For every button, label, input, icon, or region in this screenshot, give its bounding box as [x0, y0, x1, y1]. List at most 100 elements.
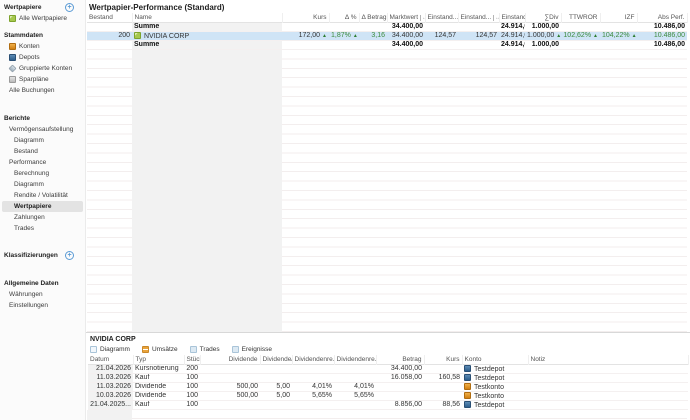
cell-abs-perf: 10.486,00 [637, 40, 687, 49]
column-header-marktwert[interactable]: Marktwert↔ [387, 13, 425, 22]
column-header-label: Betrag [402, 356, 421, 363]
sidebar-item-performance[interactable]: Performance [2, 157, 83, 168]
column-header-label: Dividende/An... [263, 356, 293, 363]
cell-typ: Dividende [133, 382, 184, 391]
sidebar-item-vermögensaufstellung[interactable]: Vermögensaufstellung [2, 124, 83, 135]
column-header-col[interactable]: Δ % [329, 13, 359, 22]
cell-einstand: 124,57 [458, 31, 499, 40]
sidebar-item-konten[interactable]: Konten [2, 41, 83, 52]
tab-label: Umsätze [152, 346, 178, 353]
sidebar-item-währungen[interactable]: Währungen [2, 289, 83, 300]
sidebar-section-stammdaten: Stammdaten [0, 30, 85, 41]
sidebar-item-sparpläne[interactable]: Sparpläne [2, 74, 83, 85]
portfolio-performance-app: Wertpapiere+Alle WertpapiereStammdatenKo… [0, 0, 690, 420]
column-header-label: Dividendenre... [295, 356, 335, 363]
cell-datum: 21.04.2026 [88, 364, 133, 373]
cell-col [329, 22, 359, 31]
sidebar-item-alle-buchungen[interactable]: Alle Buchungen [2, 85, 83, 96]
cell-betrag [359, 22, 387, 31]
column-header-abs-perf[interactable]: Abs Perf. [637, 13, 687, 22]
sidebar-item-bestand[interactable]: Bestand [2, 146, 83, 157]
sidebar-item-label: Rendite / Volatilität [14, 192, 68, 199]
tab-umsätze[interactable]: Umsätze [142, 346, 178, 353]
cell-dividende [200, 373, 260, 382]
cell-bestand [87, 22, 132, 31]
cell-izf [600, 40, 637, 49]
sidebar-item-alle-wertpapiere[interactable]: Alle Wertpapiere [2, 13, 83, 24]
cell-dividendenre: 5,65% [292, 391, 334, 400]
cell-dividende [200, 400, 260, 409]
column-header-stück[interactable]: Stück [184, 355, 200, 364]
sidebar-item-berechnung[interactable]: Berechnung [2, 168, 83, 179]
cell-einstand: 124,57 [425, 31, 458, 40]
column-header-ttwror[interactable]: TTWROR [561, 13, 600, 22]
cell-kurs: 172,00▲ [282, 31, 329, 40]
cell-einstand: 24.914,00 [499, 22, 525, 31]
column-header-div[interactable]: ∑Div [525, 13, 561, 22]
column-header-dividendenre[interactable]: Dividendenre... [334, 355, 376, 364]
sidebar-item-wertpapiere[interactable]: Wertpapiere [2, 201, 83, 212]
sidebar-item-einstellungen[interactable]: Einstellungen [2, 300, 83, 311]
cell-col: 1,87%▲ [329, 31, 359, 40]
sidebar-item-trades[interactable]: Trades [2, 223, 83, 234]
cell-dividende-an [260, 400, 292, 409]
sorted-column-shading [132, 50, 282, 333]
sidebar-item-diagramm[interactable]: Diagramm [2, 135, 83, 146]
column-header-kurs[interactable]: Kurs [282, 13, 329, 22]
tab-label: Diagramm [100, 346, 130, 353]
transactions-row[interactable]: 21.04.2026Kursnotierung20034.400,00Testd… [88, 364, 688, 373]
column-header-dividendenre[interactable]: Dividendenre... [292, 355, 334, 364]
column-header-betrag[interactable]: Δ Betrag [359, 13, 387, 22]
table-empty-area [87, 50, 687, 333]
cell-abs-perf: 10.486,00 [637, 31, 687, 40]
depot-icon [464, 365, 471, 372]
securities-row[interactable]: Summe34.400,0024.914,001.000,0010.486,00 [87, 22, 687, 31]
cell-div: 1.000,00 [525, 40, 561, 49]
cell-dividendenre [334, 400, 376, 409]
column-header-kurs[interactable]: Kurs [424, 355, 462, 364]
column-header-bestand[interactable]: Bestand [87, 13, 132, 22]
transactions-row[interactable]: 10.03.2026Dividende100500,005,005,65%5,6… [88, 391, 688, 400]
sidebar-item-label: Sparpläne [19, 76, 49, 83]
securities-row[interactable]: Summe34.400,0024.914,001.000,0010.486,00 [87, 40, 687, 49]
main-area: Wertpapier-Performance (Standard) Bestan… [86, 0, 690, 420]
sidebar-item-diagramm[interactable]: Diagramm [2, 179, 83, 190]
cell-div: 1.000,00▲ [525, 31, 561, 40]
sidebar-item-depots[interactable]: Depots [2, 52, 83, 63]
column-header-izf[interactable]: IZF [600, 13, 637, 22]
column-header-label: ∑Div [544, 14, 558, 21]
cell-datum: 11.03.2026 [88, 382, 133, 391]
add-button-wertpapiere[interactable]: + [65, 3, 74, 12]
column-header-einstand[interactable]: Einstand...↔ [458, 13, 499, 22]
securities-row[interactable]: 200NVIDIA CORP172,00▲1,87%▲3,1634.400,00… [87, 31, 687, 40]
cell-betrag: 16.058,00 [376, 373, 424, 382]
column-header-label: Abs Perf. [658, 14, 685, 21]
column-header-einstand[interactable]: Einstand...↔ [425, 13, 458, 22]
sidebar-item-gruppierte-konten[interactable]: Gruppierte Konten [2, 63, 83, 74]
sidebar-item-zahlungen[interactable]: Zahlungen [2, 212, 83, 223]
tab-ereignisse[interactable]: Ereignisse [232, 346, 272, 353]
securities-table: BestandNameKursΔ %Δ BetragMarktwert↔Eins… [87, 13, 688, 50]
column-header-label: Dividende [229, 356, 258, 363]
cell-einstand: 24.914,00 [499, 31, 525, 40]
column-header-label: Name [135, 14, 152, 21]
tab-trades[interactable]: Trades [190, 346, 220, 353]
cell-marktwert: 34.400,00 [387, 22, 425, 31]
add-button-klassifizierungen[interactable]: + [65, 251, 74, 260]
transactions-row[interactable]: 11.03.2026Kauf10016.058,00160,58Testdepo… [88, 373, 688, 382]
transactions-row[interactable]: 11.03.2026Dividende100500,005,004,01%4,0… [88, 382, 688, 391]
sidebar-item-rendite-volatilität[interactable]: Rendite / Volatilität [2, 190, 83, 201]
column-header-notiz[interactable]: Notiz [528, 355, 688, 364]
cell-div: 1.000,00 [525, 22, 561, 31]
column-header-konto[interactable]: Konto [462, 355, 528, 364]
cell-notiz [528, 382, 688, 391]
column-header-einstand[interactable]: Einstand... [499, 13, 525, 22]
column-header-dividende-an[interactable]: Dividende/An... [260, 355, 292, 364]
sidebar-item-label: Berechnung [14, 170, 49, 177]
detail-pane: NVIDIA CORP DiagrammUmsätzeTradesEreigni… [86, 332, 690, 420]
transactions-row[interactable]: 21.04.2025...Kauf1008.856,0088,56Testdep… [88, 400, 688, 409]
column-header-typ[interactable]: Typ [133, 355, 184, 364]
cell-ttwror [561, 40, 600, 49]
column-header-dividende[interactable]: Dividende [200, 355, 260, 364]
column-header-betrag[interactable]: Betrag [376, 355, 424, 364]
